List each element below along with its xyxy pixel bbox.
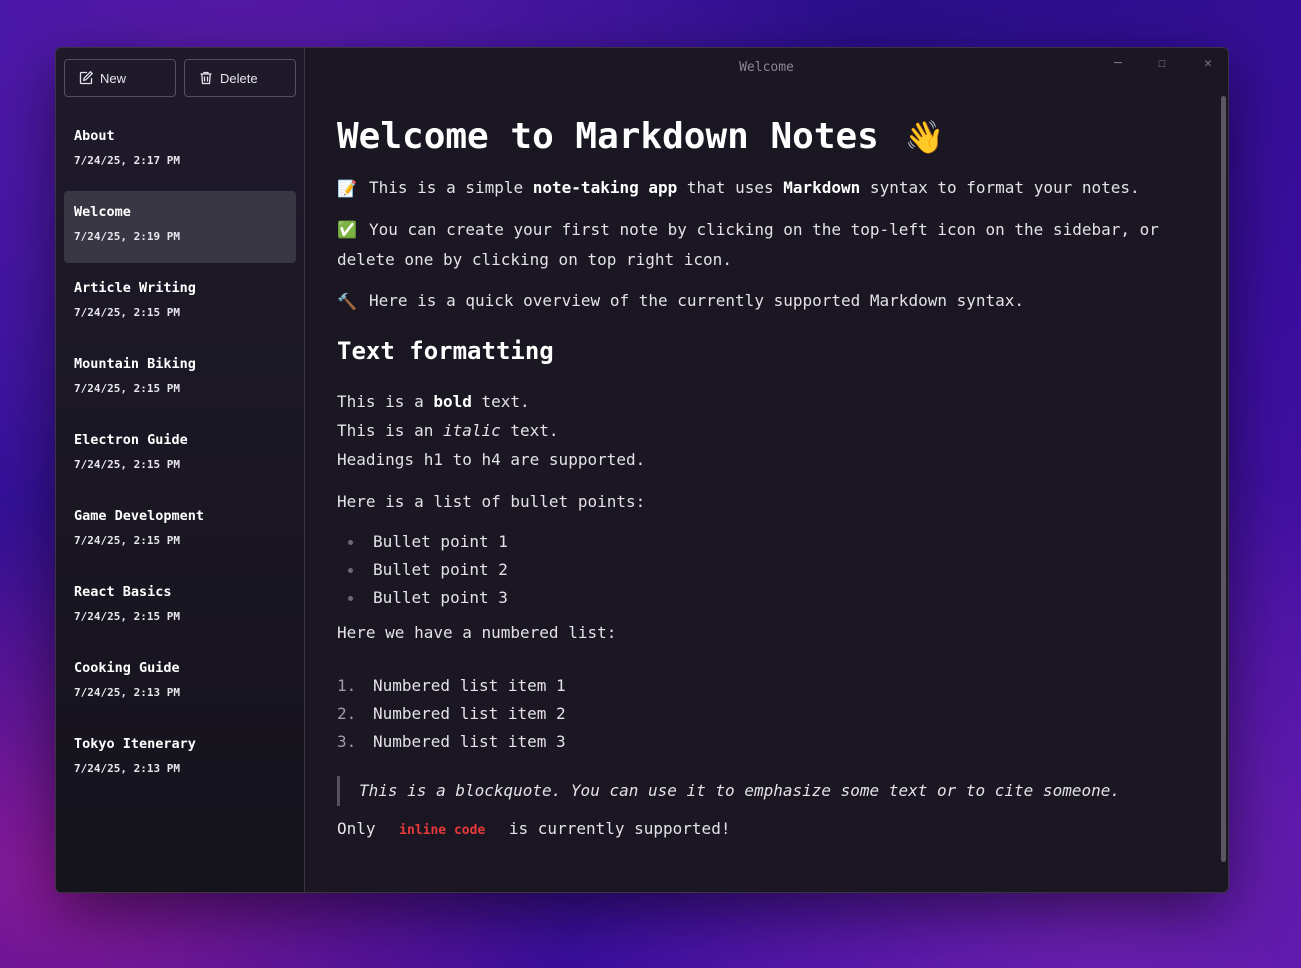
- note-item-react-basics[interactable]: React Basics 7/24/25, 2:15 PM: [64, 571, 296, 643]
- heading-h2: Text formatting: [337, 336, 554, 365]
- note-item-article-writing[interactable]: Article Writing 7/24/25, 2:15 PM: [64, 267, 296, 339]
- maximize-button[interactable]: ☐: [1158, 56, 1166, 71]
- inline-code: inline code: [399, 822, 486, 838]
- numbered-item: 1. Numbered list item 1: [337, 672, 1196, 700]
- bold-text: note-taking app: [532, 178, 678, 197]
- list-text: Numbered list item 1: [373, 675, 566, 695]
- note-title: Electron Guide: [74, 432, 188, 448]
- title-bar: Welcome ─ ☐ ✕: [305, 48, 1228, 88]
- text: is currently supported!: [499, 818, 731, 838]
- note-item-game-development[interactable]: Game Development 7/24/25, 2:15 PM: [64, 495, 296, 567]
- note-date: 7/24/25, 2:15 PM: [74, 610, 180, 623]
- text: You can create your first note by clicki…: [337, 219, 1159, 270]
- bullet-item: Bullet point 3: [337, 584, 1196, 612]
- italic-text: italic: [442, 420, 501, 440]
- scrollbar[interactable]: [1221, 96, 1226, 862]
- note-item-tokyo-itenerary[interactable]: Tokyo Itenerary 7/24/25, 2:13 PM: [64, 723, 296, 795]
- sidebar: New Delete About 7/24/25, 2:17 PM Welcom…: [56, 48, 305, 892]
- window-title: Welcome: [739, 60, 794, 75]
- text: This is an: [337, 420, 443, 440]
- bold-text: bold: [433, 391, 472, 411]
- minimize-button[interactable]: ─: [1114, 56, 1122, 71]
- heading-h1-text: Welcome to Markdown Notes: [337, 116, 879, 157]
- note-item-about[interactable]: About 7/24/25, 2:17 PM: [64, 115, 296, 187]
- list-number: 2.: [337, 703, 357, 723]
- check-mark-icon: ✅: [337, 220, 357, 239]
- note-title: Article Writing: [74, 280, 196, 296]
- delete-note-button[interactable]: Delete: [184, 59, 296, 97]
- bold-text: Markdown: [783, 178, 861, 197]
- editor-pane: Welcome ─ ☐ ✕ Welcome to Markdown Notes …: [305, 48, 1228, 892]
- note-date: 7/24/25, 2:13 PM: [74, 686, 180, 699]
- note-date: 7/24/25, 2:15 PM: [74, 382, 180, 395]
- note-title: React Basics: [74, 584, 172, 600]
- delete-note-label: Delete: [220, 70, 258, 86]
- bullet-item: Bullet point 2: [337, 556, 1196, 584]
- close-button[interactable]: ✕: [1204, 56, 1212, 71]
- paragraph-overview: 🔨 Here is a quick overview of the current…: [337, 286, 1196, 317]
- headings-line: Headings h1 to h4 are supported.: [337, 449, 646, 469]
- text: syntax to format your notes.: [860, 178, 1140, 197]
- note-title: About: [74, 128, 115, 144]
- heading-h1: Welcome to Markdown Notes 👋: [337, 116, 1196, 157]
- app-window: New Delete About 7/24/25, 2:17 PM Welcom…: [55, 47, 1229, 893]
- sidebar-toolbar: New Delete: [64, 59, 296, 97]
- numbered-list: 1. Numbered list item 1 2. Numbered list i…: [337, 672, 1196, 756]
- note-title: Cooking Guide: [74, 660, 180, 676]
- new-note-button[interactable]: New: [64, 59, 176, 97]
- numbered-item: 2. Numbered list item 2: [337, 700, 1196, 728]
- list-number: 1.: [337, 675, 357, 695]
- note-item-welcome[interactable]: Welcome 7/24/25, 2:19 PM: [64, 191, 296, 263]
- note-title: Game Development: [74, 508, 205, 524]
- memo-icon: 📝: [337, 178, 357, 198]
- note-title: Mountain Biking: [74, 356, 196, 372]
- text: This is a simple: [369, 178, 533, 197]
- note-item-electron-guide[interactable]: Electron Guide 7/24/25, 2:15 PM: [64, 419, 296, 491]
- text: text.: [471, 391, 530, 411]
- text: This is a: [337, 391, 434, 411]
- trash-icon: [200, 71, 212, 85]
- list-text: Numbered list item 3: [373, 731, 566, 751]
- markdown-editor[interactable]: Welcome to Markdown Notes 👋 📝 This is a s…: [305, 88, 1228, 846]
- italic-example-line: This is an italic text.: [337, 416, 1196, 445]
- note-item-mountain-biking[interactable]: Mountain Biking 7/24/25, 2:15 PM: [64, 343, 296, 415]
- hammer-icon: 🔨: [337, 291, 357, 311]
- note-title: Welcome: [74, 204, 131, 220]
- note-date: 7/24/25, 2:17 PM: [74, 154, 180, 167]
- note-date: 7/24/25, 2:13 PM: [74, 762, 180, 775]
- note-date: 7/24/25, 2:19 PM: [74, 230, 180, 243]
- text: Here is a quick overview of the currentl…: [369, 291, 1025, 310]
- note-date: 7/24/25, 2:15 PM: [74, 306, 180, 319]
- inline-code-line: Only inline code is currently supported!: [337, 814, 1196, 846]
- bullet-list: Bullet point 1 Bullet point 2 Bullet poi…: [337, 528, 1196, 612]
- text: text.: [500, 420, 559, 440]
- note-date: 7/24/25, 2:15 PM: [74, 458, 180, 471]
- text: that uses: [677, 178, 784, 197]
- numbered-item: 3. Numbered list item 3: [337, 728, 1196, 756]
- text: Only: [337, 818, 386, 838]
- waving-hand-icon: 👋: [904, 117, 945, 156]
- new-note-label: New: [100, 70, 127, 86]
- list-number: 3.: [337, 731, 357, 751]
- bullet-intro: Here is a list of bullet points:: [337, 491, 646, 511]
- bullet-item: Bullet point 1: [337, 528, 1196, 556]
- new-note-icon: [79, 70, 94, 85]
- bold-example-line: This is a bold text.: [337, 387, 1196, 416]
- blockquote: This is a blockquote. You can use it to …: [337, 775, 1196, 806]
- paragraph-intro: 📝 This is a simple note-taking app that u…: [337, 173, 1196, 204]
- numbered-intro: Here we have a numbered list:: [337, 622, 617, 642]
- note-title: Tokyo Itenerary: [74, 736, 196, 752]
- paragraph-create: ✅ You can create your first note by click…: [337, 215, 1196, 276]
- note-item-cooking-guide[interactable]: Cooking Guide 7/24/25, 2:13 PM: [64, 647, 296, 719]
- note-date: 7/24/25, 2:15 PM: [74, 534, 180, 547]
- list-text: Numbered list item 2: [373, 703, 566, 723]
